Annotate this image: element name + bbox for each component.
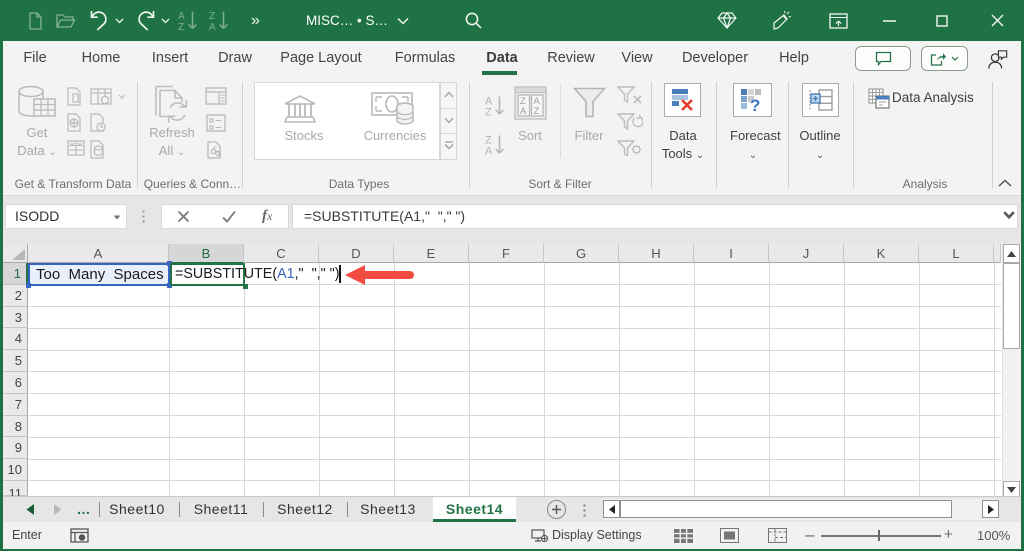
svg-text:A: A (485, 146, 493, 158)
svg-text:Z: Z (485, 107, 492, 119)
svg-text:Z: Z (534, 106, 540, 117)
svg-text:A: A (520, 106, 527, 117)
svg-text:Z: Z (178, 22, 184, 31)
svg-text:?: ? (750, 96, 760, 112)
svg-text:A: A (209, 22, 216, 31)
svg-text:Z: Z (209, 11, 215, 22)
svg-text:A: A (178, 11, 185, 22)
